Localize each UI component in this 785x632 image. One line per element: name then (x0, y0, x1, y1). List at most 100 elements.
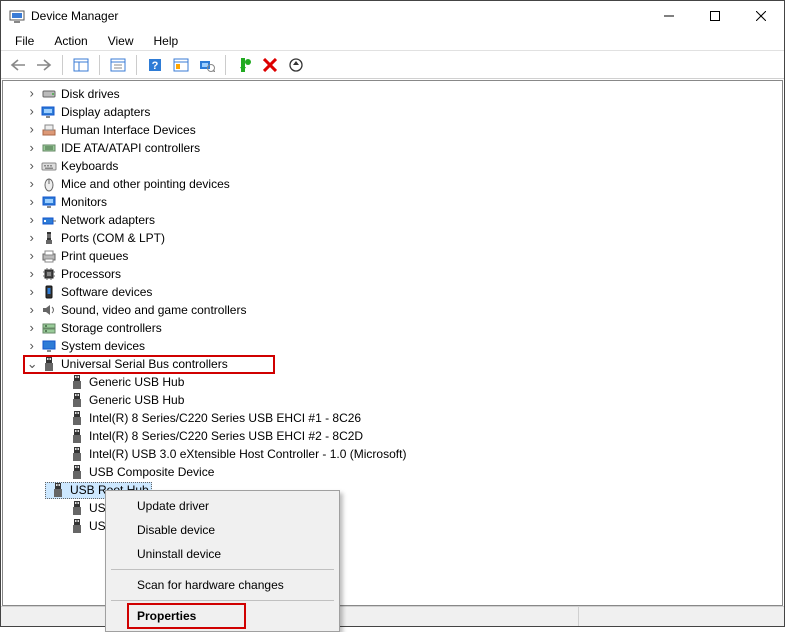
usb-icon (41, 356, 57, 372)
toolbar-back-button[interactable] (6, 54, 30, 76)
device-category[interactable]: Disk drives (3, 85, 782, 103)
usb-icon (69, 446, 85, 462)
device-category[interactable]: Human Interface Devices (3, 121, 782, 139)
toolbar-uninstall-button[interactable] (258, 54, 282, 76)
ide-controller-icon (41, 140, 57, 156)
device-category[interactable]: Print queues (3, 247, 782, 265)
device-label: Ports (COM & LPT) (61, 231, 165, 245)
toolbar-separator (225, 55, 226, 75)
context-update-driver[interactable]: Update driver (109, 494, 336, 518)
device-label: Processors (61, 267, 121, 281)
menu-view[interactable]: View (100, 32, 142, 50)
disk-drive-icon (41, 86, 57, 102)
chevron-down-icon[interactable] (25, 357, 39, 371)
chevron-right-icon[interactable] (25, 213, 39, 227)
device-label: Sound, video and game controllers (61, 303, 246, 317)
chevron-right-icon[interactable] (25, 267, 39, 281)
device-category[interactable]: Keyboards (3, 157, 782, 175)
device-category[interactable]: Monitors (3, 193, 782, 211)
device-label: Storage controllers (61, 321, 162, 335)
usb-icon (50, 482, 66, 498)
chevron-right-icon[interactable] (25, 105, 39, 119)
device-label: Disk drives (61, 87, 120, 101)
usb-icon (69, 374, 85, 390)
device-label: Network adapters (61, 213, 155, 227)
context-properties-label: Properties (137, 609, 196, 623)
maximize-button[interactable] (692, 1, 738, 31)
chevron-right-icon[interactable] (25, 123, 39, 137)
context-properties[interactable]: Properties (109, 604, 336, 628)
device-label: Monitors (61, 195, 107, 209)
hid-icon (41, 122, 57, 138)
context-uninstall-device[interactable]: Uninstall device (109, 542, 336, 566)
device-label: Intel(R) 8 Series/C220 Series USB EHCI #… (89, 429, 363, 443)
toolbar-scan-button[interactable] (195, 54, 219, 76)
chevron-right-icon[interactable] (25, 195, 39, 209)
close-button[interactable] (738, 1, 784, 31)
device-label: USB Composite Device (89, 465, 214, 479)
device-category[interactable]: System devices (3, 337, 782, 355)
toolbar-update-button[interactable] (284, 54, 308, 76)
context-disable-device[interactable]: Disable device (109, 518, 336, 542)
device-category[interactable]: Software devices (3, 283, 782, 301)
usb-icon (69, 500, 85, 516)
device-item[interactable]: Intel(R) 8 Series/C220 Series USB EHCI #… (3, 409, 782, 427)
chevron-right-icon[interactable] (25, 285, 39, 299)
toolbar-forward-button[interactable] (32, 54, 56, 76)
device-category[interactable]: Ports (COM & LPT) (3, 229, 782, 247)
device-label: Keyboards (61, 159, 118, 173)
device-manager-icon (9, 8, 25, 24)
svg-text:?: ? (152, 60, 159, 72)
sound-controller-icon (41, 302, 57, 318)
device-label: System devices (61, 339, 145, 353)
device-label: Generic USB Hub (89, 375, 184, 389)
device-label: Intel(R) 8 Series/C220 Series USB EHCI #… (89, 411, 361, 425)
chevron-right-icon[interactable] (25, 339, 39, 353)
device-category[interactable]: Universal Serial Bus controllers (3, 355, 782, 373)
chevron-right-icon[interactable] (25, 159, 39, 173)
device-category[interactable]: Processors (3, 265, 782, 283)
device-category[interactable]: Mice and other pointing devices (3, 175, 782, 193)
context-separator (111, 569, 334, 570)
toolbar-separator (62, 55, 63, 75)
device-item[interactable]: Generic USB Hub (3, 373, 782, 391)
device-category[interactable]: IDE ATA/ATAPI controllers (3, 139, 782, 157)
toolbar: ? (1, 51, 784, 79)
processor-icon (41, 266, 57, 282)
minimize-button[interactable] (646, 1, 692, 31)
chevron-right-icon[interactable] (25, 303, 39, 317)
device-label: IDE ATA/ATAPI controllers (61, 141, 200, 155)
device-label: Display adapters (61, 105, 150, 119)
toolbar-show-hide-tree-button[interactable] (69, 54, 93, 76)
menu-file[interactable]: File (7, 32, 42, 50)
device-category[interactable]: Storage controllers (3, 319, 782, 337)
usb-icon (69, 392, 85, 408)
device-label: Print queues (61, 249, 128, 263)
device-item[interactable]: USB Composite Device (3, 463, 782, 481)
device-category[interactable]: Sound, video and game controllers (3, 301, 782, 319)
chevron-right-icon[interactable] (25, 231, 39, 245)
device-item[interactable]: Intel(R) USB 3.0 eXtensible Host Control… (3, 445, 782, 463)
toolbar-help-button[interactable]: ? (143, 54, 167, 76)
toolbar-action-button[interactable] (169, 54, 193, 76)
chevron-right-icon[interactable] (25, 321, 39, 335)
chevron-right-icon[interactable] (25, 87, 39, 101)
chevron-right-icon[interactable] (25, 249, 39, 263)
usb-icon (69, 410, 85, 426)
chevron-right-icon[interactable] (25, 177, 39, 191)
device-label: Intel(R) USB 3.0 eXtensible Host Control… (89, 447, 406, 461)
device-label: Generic USB Hub (89, 393, 184, 407)
toolbar-properties-button[interactable] (106, 54, 130, 76)
menu-action[interactable]: Action (46, 32, 95, 50)
device-item[interactable]: Intel(R) 8 Series/C220 Series USB EHCI #… (3, 427, 782, 445)
device-category[interactable]: Network adapters (3, 211, 782, 229)
device-item[interactable]: Generic USB Hub (3, 391, 782, 409)
context-scan-hardware[interactable]: Scan for hardware changes (109, 573, 336, 597)
device-category[interactable]: Display adapters (3, 103, 782, 121)
context-menu: Update driver Disable device Uninstall d… (105, 490, 340, 632)
chevron-right-icon[interactable] (25, 141, 39, 155)
menu-help[interactable]: Help (146, 32, 187, 50)
toolbar-enable-button[interactable] (232, 54, 256, 76)
context-separator (111, 600, 334, 601)
device-label: Universal Serial Bus controllers (61, 357, 228, 371)
